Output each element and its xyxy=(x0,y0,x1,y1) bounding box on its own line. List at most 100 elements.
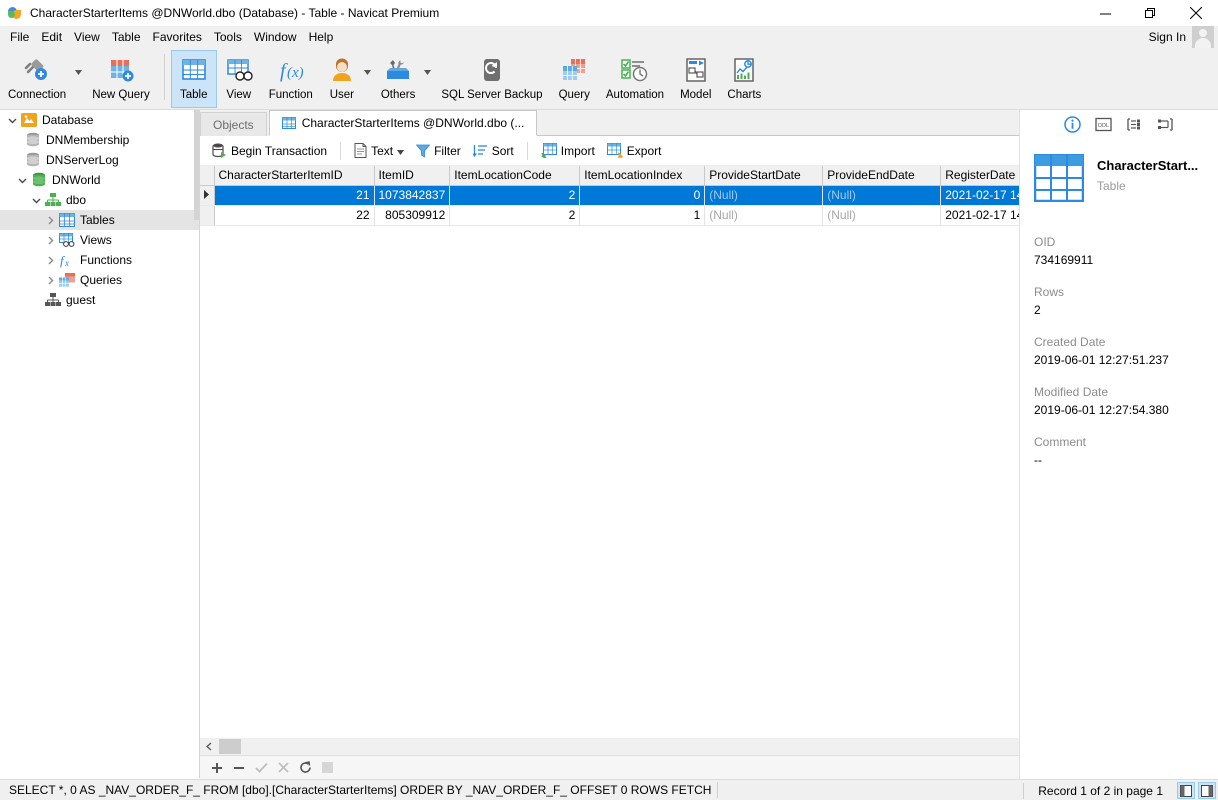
right-panel-toggle-icon[interactable] xyxy=(1198,782,1216,799)
tab-characterstarteritems[interactable]: CharacterStarterItems @DNWorld.dbo (... xyxy=(268,110,538,136)
menu-table[interactable]: Table xyxy=(106,26,147,48)
toolbar-sql-server-backup[interactable]: SQL Server Backup xyxy=(433,50,550,108)
import-button[interactable]: Import xyxy=(535,139,601,163)
toolbar-function[interactable]: f (x) Function xyxy=(261,50,321,108)
cell-provideenddate[interactable]: (Null) xyxy=(822,185,942,206)
menu-tools[interactable]: Tools xyxy=(208,26,248,48)
sidebar-label-database: Database xyxy=(42,113,94,127)
toolbar-others[interactable]: Others xyxy=(373,50,424,108)
column-header-itemlocationcode[interactable]: ItemLocationCode xyxy=(449,166,581,186)
menu-help[interactable]: Help xyxy=(303,26,340,48)
others-icon xyxy=(384,54,412,86)
cell-itemlocationcode[interactable]: 2 xyxy=(449,185,581,206)
table-row[interactable]: 21 1073842837 2 0 (Null) (Null) 2021-02-… xyxy=(200,185,1029,206)
toolbar-user[interactable]: User xyxy=(321,50,363,108)
column-header-registerdate[interactable]: RegisterDate xyxy=(940,166,1029,186)
column-header-itemid[interactable]: ItemID xyxy=(374,166,451,186)
table-row[interactable]: 22 805309912 2 1 (Null) (Null) 2021-02-1… xyxy=(200,205,1029,226)
navicat-logo-icon xyxy=(7,5,23,21)
sign-in-area: Sign In xyxy=(1149,26,1218,48)
cell-registerdate[interactable]: 2021-02-17 14 xyxy=(940,185,1029,206)
views-icon xyxy=(58,230,76,250)
restore-icon[interactable] xyxy=(1128,0,1173,26)
cell-registerdate[interactable]: 2021-02-17 14 xyxy=(940,205,1029,226)
cell-itemlocationcode[interactable]: 2 xyxy=(449,205,581,226)
menu-window[interactable]: Window xyxy=(248,26,303,48)
sign-in-link[interactable]: Sign In xyxy=(1149,30,1186,44)
sidebar-item-views[interactable]: Views xyxy=(0,230,199,250)
toolbar-new-query[interactable]: New Query xyxy=(84,50,158,108)
ddl-icon[interactable]: DDL xyxy=(1095,115,1113,133)
toolbar-view[interactable]: View xyxy=(217,50,261,108)
delete-record-icon[interactable] xyxy=(228,757,250,779)
column-header-provideenddate[interactable]: ProvideEndDate xyxy=(822,166,942,186)
filter-button[interactable]: Filter xyxy=(410,139,467,163)
sidebar-item-dnserverlog[interactable]: DNServerLog xyxy=(0,150,199,170)
user-caret-icon[interactable] xyxy=(363,64,371,78)
minimize-icon[interactable] xyxy=(1083,0,1128,26)
menu-favorites[interactable]: Favorites xyxy=(147,26,208,48)
sidebar-item-dnmembership[interactable]: DNMembership xyxy=(0,130,199,150)
info-icon[interactable] xyxy=(1064,115,1082,133)
toolbar-connection[interactable]: Connection xyxy=(0,50,74,108)
cell-characterstarteritemid[interactable]: 22 xyxy=(214,205,375,226)
row-indicator xyxy=(200,205,215,226)
menu-view[interactable]: View xyxy=(68,26,106,48)
toolbar-query[interactable]: Query xyxy=(551,50,598,108)
toolbar-table[interactable]: Table xyxy=(170,50,217,108)
text-caret-icon[interactable] xyxy=(397,144,405,158)
tab-objects[interactable]: Objects xyxy=(200,112,267,136)
cell-itemlocationindex[interactable]: 1 xyxy=(579,205,706,226)
sidebar-item-guest[interactable]: guest xyxy=(0,290,199,310)
cell-itemid[interactable]: 805309912 xyxy=(374,205,451,226)
cell-provideenddate[interactable]: (Null) xyxy=(822,205,942,226)
column-header-itemlocationindex[interactable]: ItemLocationIndex xyxy=(579,166,706,186)
sidebar-scrollbar[interactable] xyxy=(194,110,199,778)
menu-file[interactable]: File xyxy=(4,26,35,48)
toolbar-backup-label: SQL Server Backup xyxy=(441,89,543,101)
chevron-right-icon[interactable] xyxy=(42,230,58,250)
column-header-providestartdate[interactable]: ProvideStartDate xyxy=(704,166,824,186)
left-panel-toggle-icon[interactable] xyxy=(1177,782,1195,799)
chevron-down-icon[interactable] xyxy=(4,110,20,130)
structure-icon[interactable] xyxy=(1126,115,1144,133)
connection-caret-icon[interactable] xyxy=(75,64,83,78)
chevron-right-icon[interactable] xyxy=(42,210,58,230)
toolbar-model[interactable]: Model xyxy=(672,50,719,108)
scroll-left-icon[interactable] xyxy=(200,738,217,755)
sidebar-label-dnworld: DNWorld xyxy=(52,173,101,187)
avatar[interactable] xyxy=(1192,26,1214,48)
sort-button[interactable]: Sort xyxy=(467,139,520,163)
menu-edit[interactable]: Edit xyxy=(35,26,68,48)
refresh-icon[interactable] xyxy=(294,757,316,779)
begin-transaction-button[interactable]: Begin Transaction xyxy=(206,139,333,163)
hscroll-thumb[interactable] xyxy=(219,739,241,754)
others-caret-icon[interactable] xyxy=(424,64,432,78)
cell-characterstarteritemid[interactable]: 21 xyxy=(214,185,375,206)
sidebar-item-tables[interactable]: Tables xyxy=(0,210,199,230)
relation-icon[interactable] xyxy=(1157,115,1175,133)
db-gray-icon xyxy=(24,130,42,150)
cell-itemlocationindex[interactable]: 0 xyxy=(579,185,706,206)
cell-providestartdate[interactable]: (Null) xyxy=(704,185,824,206)
toolbar-connection-label: Connection xyxy=(8,89,67,101)
sidebar-item-dnworld[interactable]: DNWorld xyxy=(0,170,199,190)
queries-icon xyxy=(58,270,76,290)
toolbar-charts[interactable]: Charts xyxy=(719,50,769,108)
chevron-right-icon[interactable] xyxy=(42,270,58,290)
sidebar-item-database[interactable]: Database xyxy=(0,110,199,130)
column-header-characterstarteritemid[interactable]: CharacterStarterItemID xyxy=(214,166,375,186)
sidebar-item-queries[interactable]: Queries xyxy=(0,270,199,290)
chevron-down-icon[interactable] xyxy=(14,170,30,190)
export-button[interactable]: Export xyxy=(601,139,668,163)
cell-providestartdate[interactable]: (Null) xyxy=(704,205,824,226)
chevron-right-icon[interactable] xyxy=(42,250,58,270)
chevron-down-icon[interactable] xyxy=(28,190,44,210)
cell-itemid[interactable]: 1073842837 xyxy=(374,185,451,206)
add-record-icon[interactable] xyxy=(206,757,228,779)
sidebar-item-functions[interactable]: fx Functions xyxy=(0,250,199,270)
text-button[interactable]: Text xyxy=(348,139,410,163)
close-icon[interactable] xyxy=(1173,0,1218,26)
toolbar-automation[interactable]: Automation xyxy=(598,50,672,108)
sidebar-item-dbo[interactable]: dbo xyxy=(0,190,199,210)
